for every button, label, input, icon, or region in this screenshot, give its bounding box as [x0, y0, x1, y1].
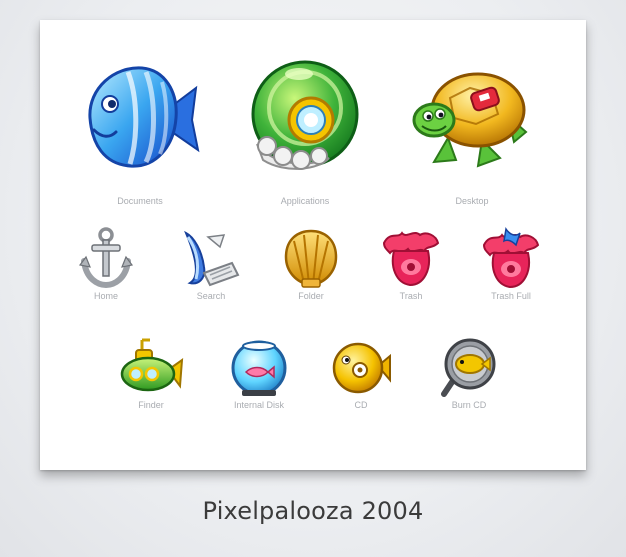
- home-item[interactable]: Home: [78, 227, 134, 307]
- anchor-icon: [78, 227, 134, 289]
- frying-pan-fish-icon: [441, 338, 496, 397]
- fish-icon: [88, 66, 200, 168]
- icon-label: Trash Full: [491, 291, 531, 301]
- trash-full-item[interactable]: Trash Full: [480, 227, 542, 307]
- icon-sheet-card: Documents Applications Desktop Home Sear…: [40, 20, 586, 470]
- folder-item[interactable]: Folder: [280, 227, 342, 307]
- turtle-icon: [412, 72, 528, 168]
- scallop-shell-icon: [284, 229, 338, 288]
- slide-caption: Pixelpalooza 2004: [202, 497, 424, 525]
- sea-anemone-full-icon: [482, 227, 540, 289]
- icon-label: CD: [354, 400, 368, 410]
- finder-item[interactable]: Finder: [118, 336, 184, 416]
- icon-label: Applications: [280, 196, 330, 206]
- yellow-fish-cd-icon: [332, 342, 391, 394]
- shell-snail-icon: [251, 60, 359, 170]
- fishbowl-icon: [231, 340, 287, 396]
- documents-item[interactable]: Documents: [80, 58, 200, 206]
- trash-item[interactable]: Trash: [380, 227, 442, 307]
- icon-label: Home: [93, 291, 118, 301]
- applications-item[interactable]: Applications: [245, 58, 365, 206]
- internal-disk-item[interactable]: Internal Disk: [228, 336, 290, 416]
- icon-label: Burn CD: [451, 400, 487, 410]
- icon-label: Documents: [117, 196, 163, 206]
- submarine-icon: [120, 338, 184, 392]
- desktop-item[interactable]: Desktop: [412, 58, 532, 206]
- cd-item[interactable]: CD: [330, 336, 392, 416]
- magnifier-fish-icon: [184, 230, 240, 287]
- icon-label: Finder: [138, 400, 164, 410]
- icon-label: Desktop: [455, 196, 489, 206]
- search-item[interactable]: Search: [180, 227, 242, 307]
- sea-anemone-icon: [382, 231, 440, 287]
- burn-cd-item[interactable]: Burn CD: [438, 336, 500, 416]
